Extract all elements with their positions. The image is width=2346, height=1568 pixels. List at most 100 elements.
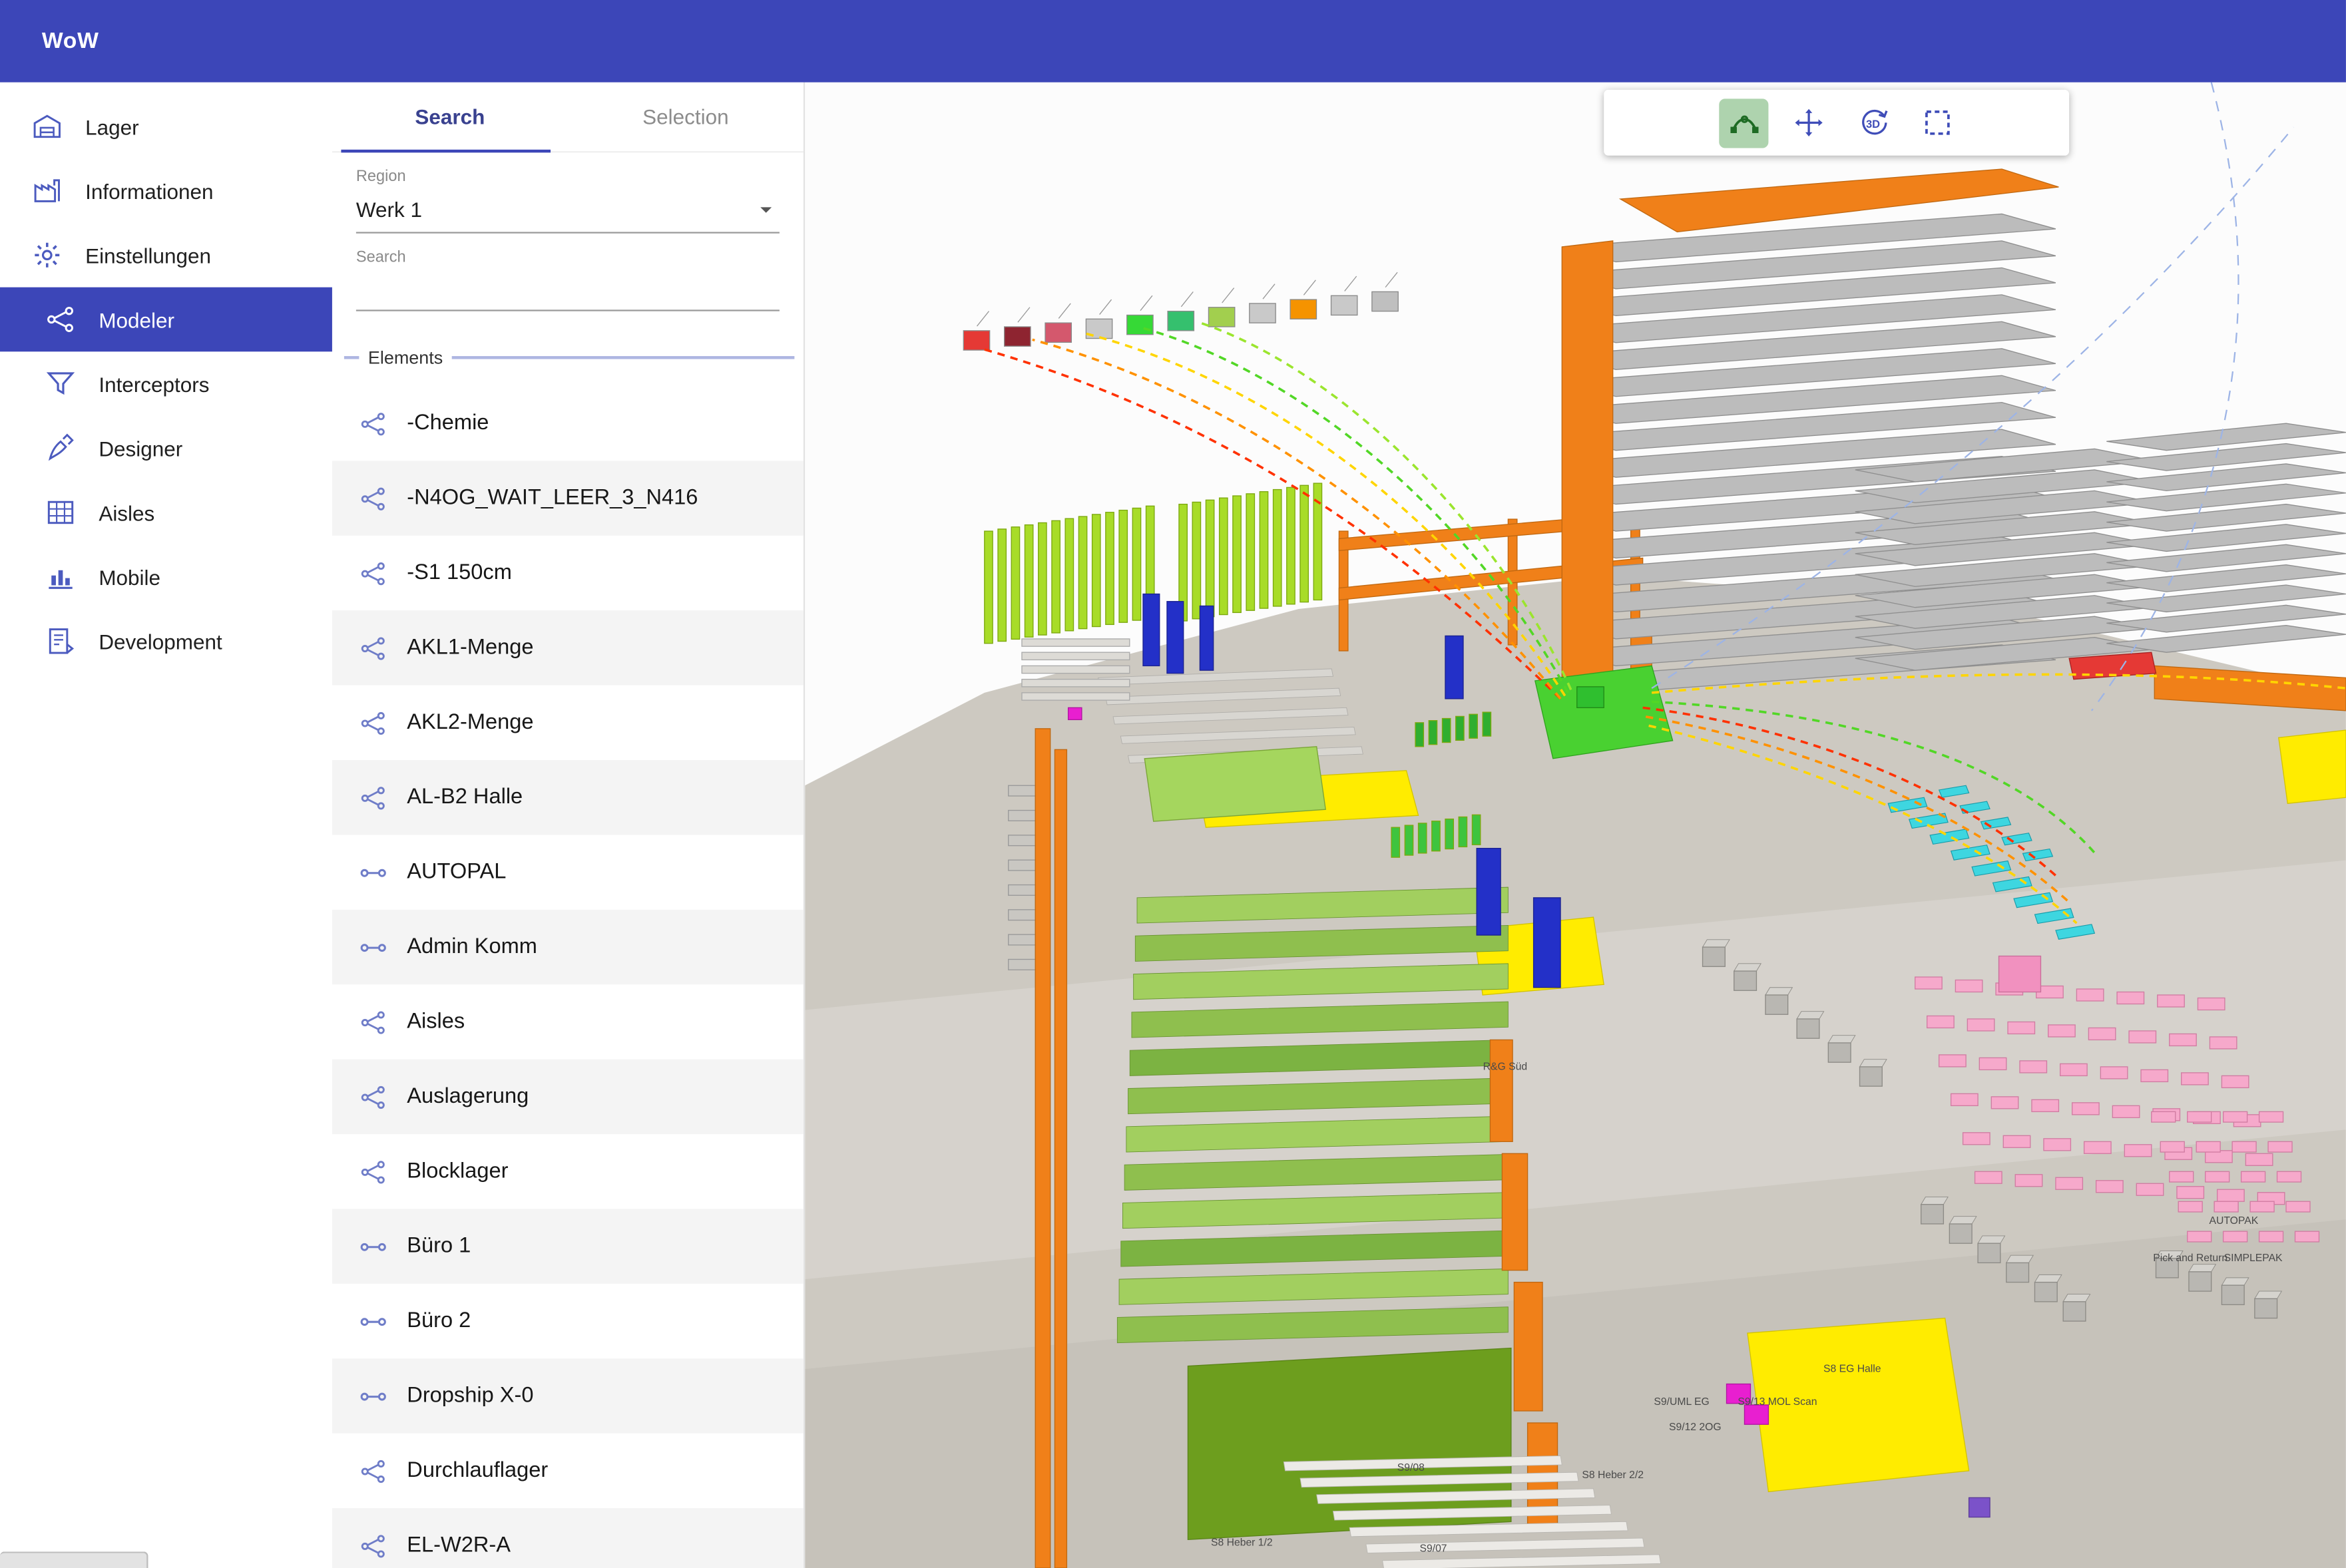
development-icon <box>45 626 76 657</box>
list-item[interactable]: EL-W2R-A <box>332 1508 804 1568</box>
sidebar-item-einstellungen[interactable]: Einstellungen <box>0 223 332 288</box>
scene-label: S9/UML EG <box>1654 1396 1709 1408</box>
list-item[interactable]: Büro 2 <box>332 1284 804 1358</box>
lager-icon <box>31 110 63 142</box>
tab-selection[interactable]: Selection <box>568 83 804 151</box>
scene-label: S8 Heber 2/2 <box>1582 1470 1644 1481</box>
graph-icon <box>359 783 387 812</box>
search-panel: Search Selection Region Werk 1 Search El… <box>332 83 805 1568</box>
scene-label: AUTOPAK <box>2210 1215 2259 1227</box>
scene-label: SIMPLEPAK <box>2224 1253 2283 1264</box>
interceptors-icon <box>45 368 76 399</box>
sidebar-item-label: Development <box>99 629 222 653</box>
app-window: WoW LagerInformationen Einstellungen Model… <box>0 0 2346 1568</box>
graph-icon <box>359 1008 387 1036</box>
chevron-down-icon <box>752 196 779 223</box>
list-item[interactable]: Aisles <box>332 984 804 1059</box>
sidebar-item-designer[interactable]: Designer <box>0 416 332 481</box>
list-item[interactable]: Auslagerung <box>332 1060 804 1134</box>
list-item[interactable]: Büro 1 <box>332 1209 804 1283</box>
sidebar-item-informationen[interactable]: Informationen <box>0 158 332 223</box>
link-icon <box>359 1307 387 1336</box>
element-label: Admin Komm <box>407 935 537 959</box>
graph-icon <box>359 1457 387 1485</box>
scene-3d-view[interactable]: S8 EG Halle S9/07 S8 Heber 1/2 S8 Heber 2/2… <box>805 83 2346 1568</box>
list-item[interactable]: -Chemie <box>332 386 804 461</box>
list-item[interactable]: AL-B2 Halle <box>332 760 804 835</box>
sidebar-item-lager[interactable]: Lager <box>0 95 332 159</box>
search-field: Search <box>356 248 780 311</box>
sidebar-item-label: Mobile <box>99 565 160 589</box>
region-value: Werk 1 <box>356 198 422 222</box>
sidebar-item-modeler[interactable]: Modeler <box>0 288 332 352</box>
element-label: Dropship X-0 <box>407 1384 533 1408</box>
region-field: Region Werk 1 <box>356 168 780 234</box>
graph-icon <box>359 1157 387 1186</box>
element-label: Büro 2 <box>407 1309 471 1333</box>
sidebar: LagerInformationen Einstellungen Modeler In… <box>0 83 332 1568</box>
graph-icon <box>359 708 387 737</box>
scene-label: S9/07 <box>1419 1543 1447 1554</box>
viewport-3d: S8 EG Halle S9/07 S8 Heber 1/2 S8 Heber 2/2… <box>805 83 2346 1568</box>
top-app-bar: WoW <box>0 0 2346 83</box>
list-item[interactable]: AUTOPAL <box>332 835 804 909</box>
list-item[interactable]: Blocklager <box>332 1134 804 1209</box>
scene-label: S8 EG Halle <box>1823 1364 1881 1375</box>
sidebar-item-label: Interceptors <box>99 372 209 396</box>
scene-label: R&G Süd <box>1483 1061 1527 1072</box>
region-select[interactable]: Werk 1 <box>356 186 780 234</box>
list-item[interactable]: -S1 150cm <box>332 536 804 610</box>
graph-icon <box>359 559 387 588</box>
list-item[interactable]: AKL2-Menge <box>332 686 804 760</box>
informationen-icon <box>31 175 63 206</box>
svg-text:3D: 3D <box>1865 118 1879 130</box>
sidebar-item-development[interactable]: Development <box>0 609 332 674</box>
element-label: AKL1-Menge <box>407 636 533 660</box>
sidebar-item-label: Einstellungen <box>85 243 211 267</box>
tool-marquee-select[interactable] <box>1912 98 1961 147</box>
sidebar-item-mobile[interactable]: Mobile <box>0 544 332 609</box>
element-label: EL-W2R-A <box>407 1533 511 1557</box>
region-label: Region <box>356 168 780 186</box>
sidebar-item-interceptors[interactable]: Interceptors <box>0 351 332 416</box>
element-label: -S1 150cm <box>407 561 512 585</box>
sidebar-item-label: Designer <box>99 436 182 460</box>
bottom-left-panel <box>0 1551 148 1568</box>
list-item[interactable]: AKL1-Menge <box>332 610 804 685</box>
bezier-icon <box>1728 106 1760 139</box>
search-label: Search <box>356 248 780 266</box>
element-label: Aisles <box>407 1010 465 1034</box>
element-label: AL-B2 Halle <box>407 785 523 809</box>
einstellungen-icon <box>31 240 63 271</box>
tool-rotate-3d[interactable]: 3D <box>1848 98 1897 147</box>
graph-icon <box>359 634 387 662</box>
graph-icon <box>359 409 387 438</box>
sidebar-menu: LagerInformationen Einstellungen Modeler In… <box>0 83 332 674</box>
list-item[interactable]: Dropship X-0 <box>332 1358 804 1433</box>
element-label: -Chemie <box>407 411 489 435</box>
panel-tabs: Search Selection <box>332 83 804 153</box>
search-input[interactable] <box>356 266 780 311</box>
scene-label: S9/08 <box>1397 1462 1425 1473</box>
link-icon <box>359 1232 387 1261</box>
marquee-icon <box>1921 106 1953 139</box>
link-icon <box>359 858 387 886</box>
graph-icon <box>359 1083 387 1111</box>
rotate3d-icon: 3D <box>1856 106 1889 139</box>
app-title: WoW <box>42 29 99 54</box>
graph-icon <box>359 1531 387 1560</box>
list-item[interactable]: Admin Komm <box>332 910 804 984</box>
element-label: -N4OG_WAIT_LEER_3_N416 <box>407 487 698 510</box>
link-icon <box>359 1382 387 1410</box>
move-icon <box>1791 106 1824 139</box>
tool-draw-path[interactable] <box>1719 98 1768 147</box>
tab-search[interactable]: Search <box>332 83 568 151</box>
list-item[interactable]: Durchlauflager <box>332 1434 804 1508</box>
sidebar-item-aisles[interactable]: Aisles <box>0 481 332 545</box>
element-label: Blocklager <box>407 1159 508 1183</box>
tool-pan-move[interactable] <box>1783 98 1833 147</box>
list-item[interactable]: -N4OG_WAIT_LEER_3_N416 <box>332 461 804 535</box>
scene-label: S8 Heber 1/2 <box>1211 1537 1273 1548</box>
mobile-icon <box>45 561 76 592</box>
element-label: AKL2-Menge <box>407 711 533 735</box>
